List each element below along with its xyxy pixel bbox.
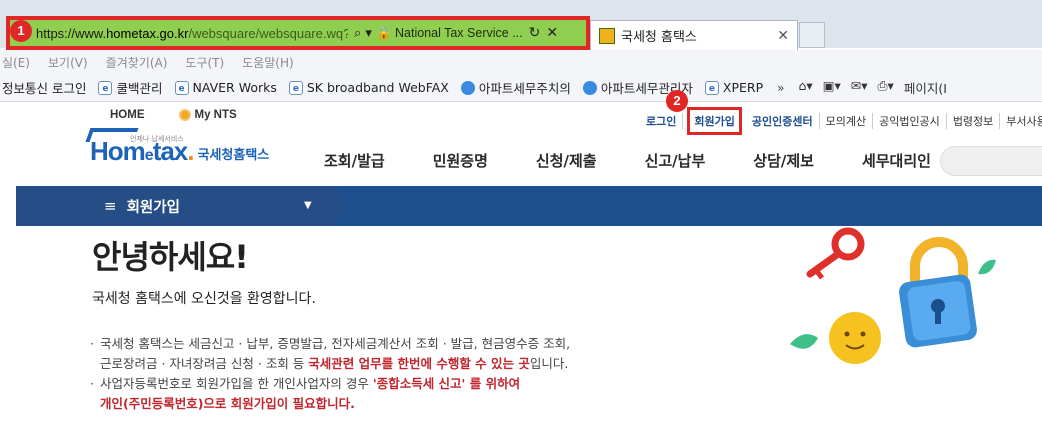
signup-illustration [790, 227, 996, 364]
welcome-text: 국세청 홈택스에 오신것을 환영합니다. [92, 291, 316, 307]
certificate-center-link[interactable]: 공인인증센터 [746, 113, 820, 129]
menu-icon: ≡ [104, 197, 117, 215]
utility-links: 로그인 회원가입 공인인증센터 모의계산 공익법인공시 법령정보 부서사용자 [640, 107, 1042, 135]
dept-user-link[interactable]: 부서사용자 [1000, 113, 1042, 129]
flower-icon [178, 109, 191, 121]
ie-page-icon: e [98, 80, 113, 95]
law-info-link[interactable]: 법령정보 [947, 113, 1001, 129]
page-title: 안녕하세요! [92, 238, 249, 276]
menu-edit[interactable]: 실(E) [2, 54, 30, 71]
nav-apply-submit[interactable]: 신청/제출 [536, 150, 597, 171]
leaf-icon [978, 259, 996, 275]
site-header: 언제나 납세서비스 Hometax. 국세청홈택스 조회/발급 민원증명 신청/… [0, 128, 1042, 184]
logo-korean: 국세청홈택스 [197, 148, 270, 163]
feeds-icon[interactable]: ▣▾ [823, 78, 841, 97]
logo-tagline: 언제나 납세서비스 [130, 135, 184, 143]
url-text[interactable]: https://www.hometax.go.kr/websquare/webs… [36, 26, 348, 41]
ie-page-icon: e [288, 80, 303, 95]
favorite-item[interactable]: e SK broadband WebFAX [288, 80, 449, 95]
main-nav: 조회/발급 민원증명 신청/제출 신고/납부 상담/제보 세무대리인 [324, 150, 979, 171]
mail-icon[interactable]: ✉▾ [851, 78, 868, 97]
signup-link[interactable]: 회원가입 [687, 107, 742, 135]
page-menu[interactable]: 페이지(I [904, 78, 947, 97]
menu-view[interactable]: 보기(V) [48, 54, 88, 71]
menu-tools[interactable]: 도구(T) [185, 54, 224, 71]
smiley-icon [829, 312, 881, 364]
nav-consult-report[interactable]: 상담/제보 [753, 150, 814, 171]
menu-help[interactable]: 도움말(H) [242, 54, 294, 71]
key-icon [806, 227, 865, 280]
tab-close-icon[interactable]: ✕ [777, 28, 789, 44]
login-link[interactable]: 로그인 [640, 113, 684, 129]
tab-title: 국세청 홈택스 [621, 30, 697, 45]
home-link[interactable]: HOME [110, 109, 145, 121]
hometax-favicon-icon [599, 27, 615, 44]
lock-icon [899, 237, 977, 348]
home-icon[interactable]: ⌂▾ [798, 78, 812, 97]
favorite-item[interactable]: 정보통신 로그인 [2, 78, 86, 97]
step-badge-2: 2 [666, 90, 688, 112]
notice-list: 국세청 홈택스는 세금신고 · 납부, 증명발급, 전자세금계산서 조회 · 발… [90, 334, 772, 414]
menu-bar: 실(E) 보기(V) 즐겨찾기(A) 도구(T) 도움말(H) [0, 50, 1042, 74]
ie-page-icon: e [704, 80, 719, 95]
hometax-logo[interactable]: 언제나 납세서비스 Hometax. 국세청홈택스 [85, 128, 270, 167]
breadcrumb-title: 회원가입 [126, 199, 180, 216]
print-icon[interactable]: ⎙▾ [878, 78, 894, 97]
stop-icon[interactable]: ✕ [546, 25, 558, 41]
ie-page-icon: e [174, 80, 189, 95]
notice-item: 사업자등록번호로 회원가입을 한 개인사업자의 경우 '종합소득세 신고' 를 … [90, 374, 772, 414]
favorites-bar: 정보통신 로그인 e 쿨백관리 e NAVER Works e SK broadban… [0, 74, 1042, 102]
notice-item: 국세청 홈택스는 세금신고 · 납부, 증명발급, 전자세금계산서 조회 · 발… [90, 334, 772, 374]
nav-certificates[interactable]: 민원증명 [433, 150, 488, 171]
browser-tab[interactable]: 국세청 홈택스 ✕ [590, 20, 798, 50]
favorite-item[interactable]: 아파트세무주치의 [460, 78, 571, 97]
more-favorites-chevron-icon[interactable]: » [777, 81, 784, 95]
nav-tax-agent[interactable]: 세무대리인 [862, 150, 931, 171]
caret-down-icon[interactable]: ▼ [304, 200, 312, 211]
public-corp-disclosure-link[interactable]: 공익법인공시 [873, 113, 947, 129]
refresh-icon[interactable]: ↻ [529, 25, 541, 41]
favorite-item[interactable]: e 쿨백관리 [98, 78, 163, 97]
nav-inquiry-issue[interactable]: 조회/발급 [324, 150, 385, 171]
new-tab-button[interactable] [799, 22, 825, 48]
my-nts-link[interactable]: My NTS [178, 109, 237, 121]
leaf-icon [790, 334, 818, 349]
step-badge-1: 1 [10, 20, 32, 42]
site-search-input[interactable] [940, 146, 1042, 176]
site-identity[interactable]: 🔒 National Tax Service ... [376, 26, 523, 41]
main-content: 안녕하세요! 국세청 홈택스에 오신것을 환영합니다. 국세청 홈택스는 세금신… [90, 232, 772, 414]
breadcrumb[interactable]: ≡ 회원가입 ▼ [16, 186, 346, 226]
globe-icon [582, 80, 597, 95]
address-search-icon[interactable]: ⌕ ▾ [354, 26, 372, 41]
favorite-item[interactable]: e NAVER Works [174, 80, 277, 95]
globe-icon [460, 80, 475, 95]
mock-calculation-link[interactable]: 모의계산 [820, 113, 874, 129]
site-utility-bar: HOME My NTS 로그인 회원가입 공인인증센터 모의계산 공익법인공시 … [0, 104, 1042, 135]
address-bar[interactable]: https://www.hometax.go.kr/websquare/webs… [6, 16, 590, 50]
menu-favorites[interactable]: 즐겨찾기(A) [106, 54, 168, 71]
nav-report-pay[interactable]: 신고/납부 [645, 150, 706, 171]
favorite-item[interactable]: e XPERP [704, 80, 763, 95]
